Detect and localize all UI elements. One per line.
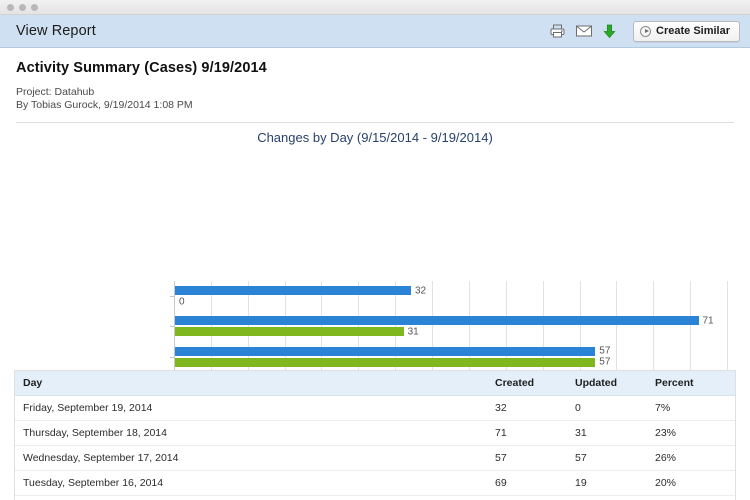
cell-created: 32 (495, 395, 575, 421)
y-axis-tick (170, 356, 174, 358)
y-axis-tick (170, 296, 174, 298)
table-row[interactable]: Monday, September 15, 2014662621% (15, 496, 735, 500)
bar-value-label: 32 (414, 285, 427, 297)
chart-title: Changes by Day (9/15/2014 - 9/19/2014) (257, 130, 493, 145)
cell-day: Friday, September 19, 2014 (15, 395, 495, 421)
table-row[interactable]: Friday, September 19, 2014 32 0 7% (15, 395, 735, 421)
cell-percent: 20% (655, 470, 735, 496)
report-title: Activity Summary (Cases) 9/19/2014 (16, 60, 267, 76)
cell-updated: 31 (575, 420, 655, 446)
close-dot[interactable] (7, 3, 14, 11)
cell-day: Monday, September 15, 2014 (15, 496, 495, 500)
cell-updated: 0 (575, 395, 655, 421)
report-window: View Report Create Similar Activity Summ… (0, 0, 750, 500)
bar-value-label: 31 (407, 326, 419, 338)
bar-value-label: 57 (599, 356, 611, 368)
cell-percent: 7% (655, 395, 735, 421)
cell-percent: 26% (655, 445, 735, 471)
cell-percent: 23% (655, 420, 735, 446)
chart-area: Changes by Day (9/15/2014 - 9/19/2014) 3… (0, 123, 750, 473)
create-similar-label: Create Similar (656, 25, 730, 37)
cell-updated: 26 (575, 496, 655, 500)
bar-created[interactable] (175, 346, 596, 356)
page-header: View Report Create Similar (0, 15, 750, 48)
cell-percent: 21% (655, 496, 735, 500)
cell-day: Thursday, September 18, 2014 (15, 420, 495, 446)
table-header-row: Day Created Updated Percent (15, 371, 735, 396)
cell-day: Tuesday, September 16, 2014 (15, 470, 495, 496)
table-row[interactable]: Tuesday, September 16, 2014 69 19 20% (15, 470, 735, 496)
cell-day: Wednesday, September 17, 2014 (15, 445, 495, 471)
cell-updated: 19 (575, 470, 655, 496)
bar-updated[interactable] (175, 357, 596, 367)
column-header-updated[interactable]: Updated (575, 371, 655, 396)
download-icon[interactable] (601, 23, 618, 39)
header-actions: Create Similar (549, 20, 740, 42)
report-head: Activity Summary (Cases) 9/19/2014 Proje… (0, 48, 750, 112)
y-axis-tick (170, 326, 174, 328)
bar-created[interactable] (175, 286, 411, 296)
bar-value-label: 0 (179, 296, 185, 308)
table-row[interactable]: Thursday, September 18, 2014 71 31 23% (15, 420, 735, 446)
minimize-dot[interactable] (19, 3, 26, 11)
cell-created: 66 (495, 496, 575, 500)
bar-updated[interactable] (175, 327, 404, 337)
report-author: By Tobias Gurock, 9/19/2014 1:08 PM (16, 99, 193, 111)
cell-created: 69 (495, 470, 575, 496)
bar-value-label: 71 (702, 315, 714, 327)
report-project: Project: Datahub (16, 86, 95, 98)
column-header-created[interactable]: Created (495, 371, 575, 396)
column-header-day[interactable]: Day (15, 371, 495, 396)
cell-updated: 57 (575, 445, 655, 471)
play-circle-icon (640, 25, 652, 37)
summary-table: Day Created Updated Percent Friday, Sept… (14, 370, 736, 500)
zoom-dot[interactable] (31, 3, 38, 11)
bar-value-label: 57 (599, 345, 611, 357)
table-row[interactable]: Wednesday, September 17, 2014 57 57 26% (15, 445, 735, 471)
email-icon[interactable] (575, 23, 592, 39)
page-title: View Report (16, 23, 96, 39)
window-titlebar (0, 0, 750, 15)
print-icon[interactable] (549, 23, 566, 39)
create-similar-button[interactable]: Create Similar (633, 20, 740, 42)
column-header-percent[interactable]: Percent (655, 371, 735, 396)
bar-created[interactable] (175, 316, 699, 326)
cell-created: 57 (495, 445, 575, 471)
cell-created: 71 (495, 420, 575, 446)
